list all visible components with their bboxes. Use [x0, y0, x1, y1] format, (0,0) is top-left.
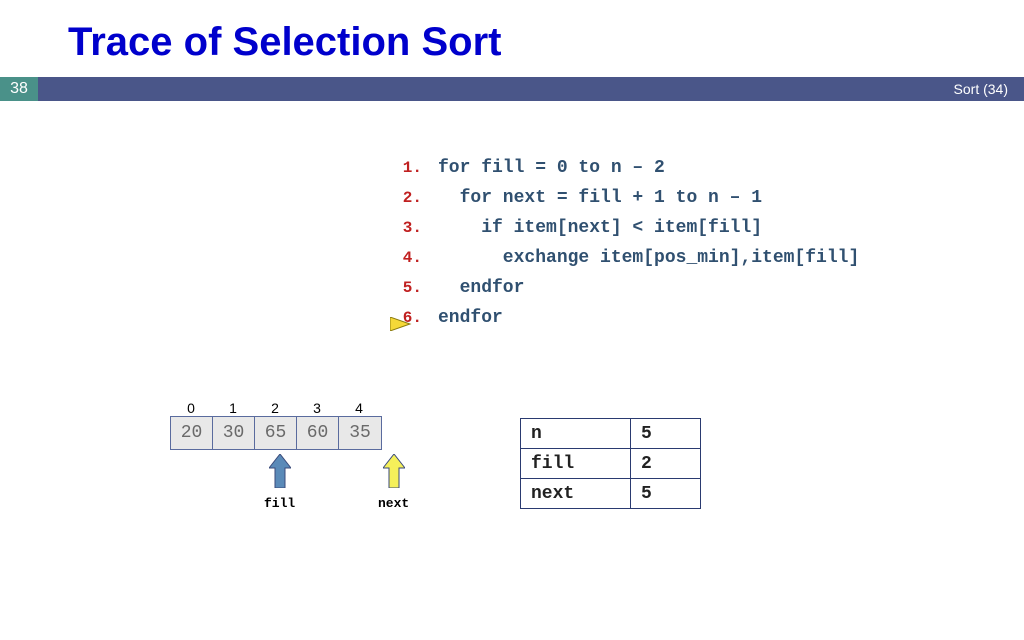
variable-row: fill2: [521, 449, 701, 479]
variables-table: n5fill2next5: [520, 418, 701, 509]
line-text: if item[next] < item[fill]: [438, 218, 762, 238]
line-number: 2.: [392, 189, 438, 207]
line-number: 4.: [392, 249, 438, 267]
line-number: 5.: [392, 279, 438, 297]
next-arrow-icon: next: [378, 454, 409, 511]
pseudocode-line: 1.for fill = 0 to n – 2: [392, 158, 859, 188]
variable-value: 5: [631, 479, 701, 509]
variable-row: next5: [521, 479, 701, 509]
line-text: exchange item[pos_min],item[fill]: [438, 248, 859, 268]
slide-title: Trace of Selection Sort: [0, 0, 1024, 77]
variable-name: fill: [521, 449, 631, 479]
variable-name: n: [521, 419, 631, 449]
pseudocode-line: 4. exchange item[pos_min],item[fill]: [392, 248, 859, 278]
next-arrow-label: next: [378, 496, 409, 511]
pseudocode-line: 3. if item[next] < item[fill]: [392, 218, 859, 248]
array-index: 1: [212, 400, 254, 416]
pseudocode-block: 1.for fill = 0 to n – 22. for next = fil…: [392, 158, 859, 338]
variable-row: n5: [521, 419, 701, 449]
fill-arrow-icon: fill: [264, 454, 295, 511]
band-right-label: Sort (34): [954, 81, 1008, 97]
array-visualization: 01234 2030656035 fillnext: [170, 400, 382, 510]
line-text: for fill = 0 to n – 2: [438, 158, 665, 178]
line-number: 6.: [392, 309, 438, 327]
array-index: 3: [296, 400, 338, 416]
array-cell: 30: [213, 417, 255, 449]
pseudocode-line: 5. endfor: [392, 278, 859, 308]
line-number: 3.: [392, 219, 438, 237]
array-cell: 60: [297, 417, 339, 449]
fill-arrow-label: fill: [264, 496, 295, 511]
line-text: endfor: [438, 278, 524, 298]
line-text: endfor: [438, 308, 503, 328]
variable-name: next: [521, 479, 631, 509]
array-index: 2: [254, 400, 296, 416]
variable-value: 5: [631, 419, 701, 449]
array-cell: 35: [339, 417, 381, 449]
pseudocode-line: 6.endfor: [392, 308, 859, 338]
title-band: 38 Sort (34): [0, 77, 1024, 101]
array-index: 4: [338, 400, 380, 416]
array-index: 0: [170, 400, 212, 416]
array-cell: 20: [171, 417, 213, 449]
slide-number: 38: [0, 77, 38, 101]
array-cell: 65: [255, 417, 297, 449]
line-number: 1.: [392, 159, 438, 177]
variable-value: 2: [631, 449, 701, 479]
pseudocode-line: 2. for next = fill + 1 to n – 1: [392, 188, 859, 218]
line-text: for next = fill + 1 to n – 1: [438, 188, 762, 208]
